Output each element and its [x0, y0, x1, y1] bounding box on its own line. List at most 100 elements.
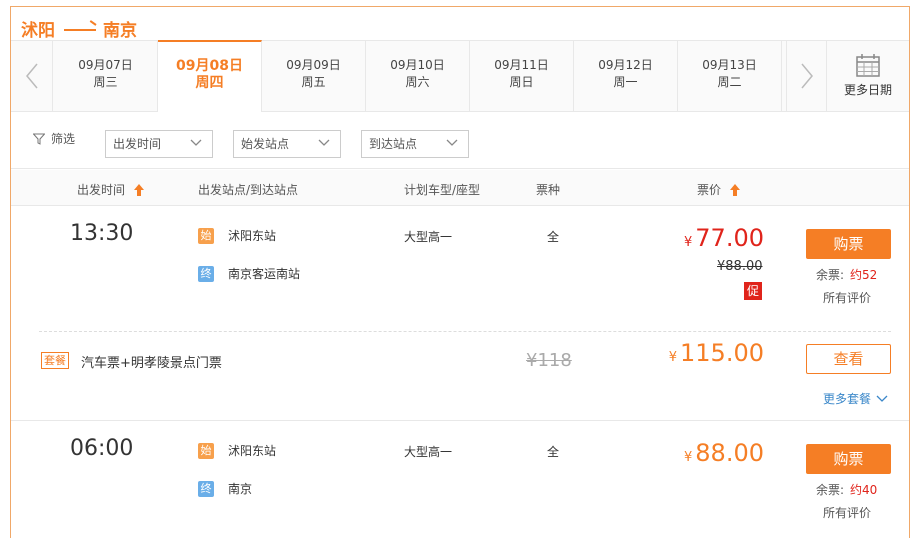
prev-dates-button[interactable] [11, 41, 53, 111]
header-vehicle: 计划车型/座型 [404, 181, 480, 198]
trip-row: 06:00 始 沭阳东站 终 南京 大型高一 全 ¥88.00 购票 余票: 约4… [11, 422, 909, 538]
end-station: 终 南京客运南站 [198, 265, 300, 282]
more-packages-label: 更多套餐 [823, 392, 872, 406]
start-station: 始 沭阳东站 [198, 227, 276, 244]
ticket-price: ¥88.00 [684, 439, 764, 467]
ticket-type: 全 [547, 445, 560, 459]
package-name: 汽车票+明孝陵景点门票 [81, 356, 222, 371]
depart-time-select[interactable]: 出发时间 [105, 130, 213, 158]
end-station: 终 南京 [198, 480, 252, 497]
price-value: 88.00 [695, 439, 764, 467]
date-tab-weekday: 周六 [405, 75, 430, 89]
date-tab-weekday: 周二 [717, 75, 742, 89]
all-reviews-link[interactable]: 所有评价 [823, 504, 871, 521]
view-package-button[interactable]: 查看 [806, 344, 891, 374]
chevron-right-icon [800, 63, 813, 89]
date-tab-date: 09月12日 [598, 58, 653, 72]
header-depart-time: 出发时间 [77, 183, 126, 197]
remaining-tickets: 余票: 约40 [816, 481, 877, 498]
date-selector: 09月07日 周三 09月08日 周四 09月09日 周五 09月10日 周六 … [11, 40, 909, 112]
arrive-station-select-value: 到达站点 [369, 137, 418, 151]
date-tab-date: 09月07日 [78, 58, 133, 72]
header-vehicle-text: 计划车型/座型 [404, 183, 481, 197]
promo-badge: 促 [744, 282, 762, 300]
original-price: ¥88.00 [717, 259, 763, 274]
more-dates-button[interactable]: 更多日期 [826, 41, 909, 111]
date-tab-weekday: 周一 [613, 75, 638, 89]
date-tab-0912[interactable]: 09月12日 周一 [574, 41, 678, 111]
date-tab-weekday: 周五 [301, 75, 326, 89]
end-badge: 终 [198, 265, 214, 282]
route-header: 沭阳 南京 [21, 13, 137, 43]
ticket-panel: 沭阳 南京 09月07日 周三 09月08日 周四 09月09日 周五 09月1… [10, 6, 910, 538]
package-price-value: 115.00 [680, 339, 764, 367]
chevron-left-icon [25, 63, 38, 89]
header-ticket-type-text: 票种 [536, 183, 561, 197]
row-separator [11, 420, 909, 421]
chevron-down-icon [190, 139, 202, 146]
date-tab-0907[interactable]: 09月07日 周三 [54, 41, 158, 111]
depart-time: 13:30 [70, 221, 134, 246]
date-tab-0909[interactable]: 09月09日 周五 [262, 41, 366, 111]
all-reviews-link[interactable]: 所有评价 [823, 289, 871, 306]
buy-ticket-button[interactable]: 购票 [806, 229, 891, 259]
package-original-price: ¥118 [526, 350, 572, 371]
end-station-name: 南京 [228, 482, 253, 496]
start-station-select[interactable]: 始发站点 [233, 130, 341, 158]
start-badge: 始 [198, 442, 214, 459]
vehicle-type: 大型高一 [404, 445, 453, 459]
currency-symbol: ¥ [684, 450, 693, 465]
date-tab-weekday: 周日 [509, 75, 534, 89]
destination-city: 南京 [103, 20, 137, 41]
sort-up-arrow-icon [730, 183, 741, 196]
vehicle-type: 大型高一 [404, 230, 453, 244]
remaining-label: 余票: [816, 483, 845, 497]
header-price: 票价 [697, 183, 722, 197]
table-header: 出发时间 出发站点/到达站点 计划车型/座型 票种 票价 [11, 170, 909, 206]
currency-symbol: ¥ [684, 235, 693, 250]
date-tab-0910[interactable]: 09月10日 周六 [366, 41, 470, 111]
chevron-down-icon [876, 395, 888, 402]
date-tab-weekday: 周三 [93, 75, 118, 89]
sort-up-arrow-icon [134, 183, 145, 196]
arrive-station-select[interactable]: 到达站点 [361, 130, 469, 158]
remaining-label: 余票: [816, 268, 845, 282]
depart-time-select-value: 出发时间 [113, 137, 162, 151]
start-station: 始 沭阳东站 [198, 442, 276, 459]
chevron-down-icon [446, 139, 458, 146]
more-packages-link[interactable]: 更多套餐 [823, 390, 888, 407]
package-price: ¥115.00 [669, 339, 764, 367]
header-ticket-type: 票种 [536, 181, 560, 198]
date-tab-date: 09月10日 [390, 58, 445, 72]
filter-bar: 筛选 出发时间 始发站点 到达站点 [11, 112, 909, 169]
date-tab-0911[interactable]: 09月11日 周日 [470, 41, 574, 111]
date-tab-date: 09月09日 [286, 58, 341, 72]
header-stations-text: 出发站点/到达站点 [198, 183, 299, 197]
start-station-select-value: 始发站点 [241, 137, 290, 151]
sort-depart-time[interactable]: 出发时间 [77, 181, 145, 198]
date-tab-date: 09月13日 [702, 58, 757, 72]
price-value: 77.00 [695, 224, 764, 252]
calendar-icon [856, 54, 880, 77]
ticket-type: 全 [547, 230, 560, 244]
date-tab-date: 09月11日 [494, 58, 549, 72]
route-arrow-icon [64, 23, 96, 33]
chevron-down-icon [318, 139, 330, 146]
sort-price[interactable]: 票价 [697, 181, 741, 198]
start-station-name: 沭阳东站 [228, 229, 277, 243]
start-station-name: 沭阳东站 [228, 444, 277, 458]
remaining-tickets: 余票: 约52 [816, 266, 877, 283]
end-badge: 终 [198, 480, 214, 497]
filter-label: 筛选 [33, 130, 75, 147]
date-tab-0913[interactable]: 09月13日 周二 [678, 41, 782, 111]
next-dates-button[interactable] [786, 41, 826, 111]
date-tab-0908[interactable]: 09月08日 周四 [158, 40, 262, 112]
buy-ticket-button[interactable]: 购票 [806, 444, 891, 474]
remaining-count: 约52 [850, 268, 878, 282]
divider [39, 331, 891, 332]
end-station-name: 南京客运南站 [228, 267, 301, 281]
origin-city: 沭阳 [21, 20, 55, 41]
date-tab-date: 09月08日 [176, 58, 243, 74]
more-dates-label: 更多日期 [843, 83, 892, 97]
start-badge: 始 [198, 227, 214, 244]
